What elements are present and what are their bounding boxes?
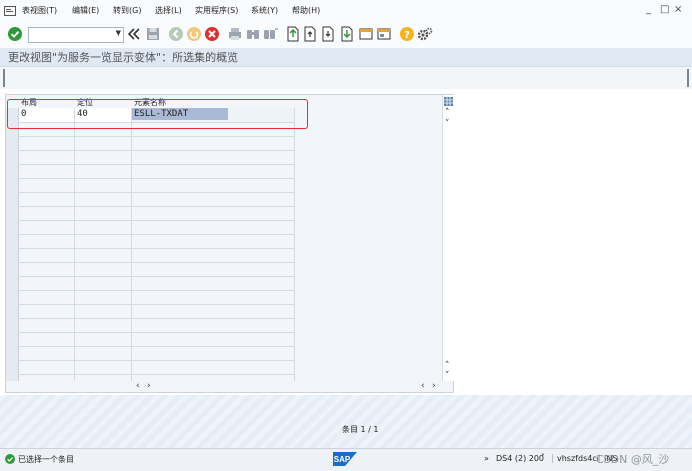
toolbar-edge-right (687, 69, 689, 87)
watermark: CSDN @风_沙 (596, 453, 670, 466)
command-input[interactable] (29, 28, 111, 40)
menu-bar: 表视图(T) 编辑(E) 转到(G) 选择(L) 实用程序(S) 系统(Y) 帮… (0, 0, 692, 23)
menu-system-icon[interactable] (4, 6, 16, 16)
check-icon[interactable] (7, 26, 23, 42)
menu-item-system[interactable]: 系统(Y) (251, 5, 278, 16)
toolbar-edge-left (3, 69, 5, 87)
chevron-down-icon[interactable]: ▼ (116, 29, 121, 37)
last-page-icon[interactable] (338, 26, 354, 42)
scroll-right-end-icon[interactable]: › (432, 381, 436, 391)
scroll-down-icon[interactable]: ˅ (445, 119, 450, 129)
exit-icon[interactable] (186, 26, 202, 42)
status-bar: 已选择一个条目 SAP » DS4 (2) 200 ˅ vhszfds4ci I… (0, 448, 692, 471)
sap-logo: SAP (333, 452, 357, 466)
scroll-down-bottom-icon[interactable]: ˅ (445, 371, 450, 381)
cancel-icon[interactable] (204, 26, 220, 42)
menu-item-selection[interactable]: 选择(L) (155, 5, 182, 16)
table-control: 布局 定位 元素名称 0 40 ESLL-TXDAT ˄ ˅ ˄ ˅ (5, 94, 454, 383)
first-page-icon[interactable] (284, 26, 300, 42)
shortcut-icon[interactable] (376, 26, 392, 42)
minimize-button[interactable]: _ (646, 4, 651, 15)
system-dropdown-icon[interactable]: ˅ (541, 453, 545, 462)
scroll-left-end-icon[interactable]: ‹ (421, 381, 425, 391)
back-icon[interactable] (168, 26, 184, 42)
svg-text:?: ? (404, 30, 410, 41)
menu-item-utilities[interactable]: 实用程序(S) (195, 5, 238, 16)
vertical-scrollbar[interactable]: ˄ ˅ ˄ ˅ (442, 95, 454, 382)
application-toolbar (0, 66, 692, 90)
help-icon[interactable]: ? (399, 26, 415, 42)
menu-item-help[interactable]: 帮助(H) (292, 5, 320, 16)
save-icon[interactable] (145, 26, 161, 42)
settings-icon[interactable] (417, 26, 433, 42)
scroll-left-icon[interactable]: ‹ (136, 381, 140, 391)
back-double-arrow-icon[interactable] (126, 26, 142, 42)
standard-toolbar: ▼ ? (0, 22, 692, 49)
window-controls: _ □ × (646, 4, 686, 18)
menu-item-edit[interactable]: 编辑(E) (72, 5, 99, 16)
background-pattern (0, 395, 692, 448)
next-page-icon[interactable] (320, 26, 336, 42)
column-config-icon[interactable] (444, 97, 453, 106)
command-field[interactable]: ▼ (28, 27, 124, 43)
server-info: vhszfds4ci (552, 454, 599, 463)
scroll-right-icon[interactable]: › (147, 381, 151, 391)
success-icon (5, 454, 15, 464)
system-info[interactable]: DS4 (2) 200 (496, 454, 544, 463)
new-session-icon[interactable] (359, 26, 375, 42)
menu-item-goto[interactable]: 转到(G) (113, 5, 141, 16)
close-button[interactable]: × (674, 4, 682, 15)
status-message: 已选择一个条目 (18, 455, 74, 464)
print-icon[interactable] (227, 26, 243, 42)
expand-status-button[interactable]: » (484, 454, 489, 463)
find-next-icon[interactable] (263, 26, 279, 42)
scroll-up-bottom-icon[interactable]: ˄ (445, 361, 450, 371)
find-icon[interactable] (245, 26, 261, 42)
menu-item-table-view[interactable]: 表视图(T) (22, 5, 57, 16)
svg-text:SAP: SAP (334, 455, 351, 464)
previous-page-icon[interactable] (302, 26, 318, 42)
restore-button[interactable]: □ (660, 4, 669, 15)
page-title: 更改视图"为服务一览显示变体"：所选集的概览 (8, 51, 239, 64)
horizontal-scrollbar[interactable]: ‹ › ‹ › (5, 381, 454, 393)
entry-counter: 条目 1 / 1 (342, 425, 379, 434)
annotation-highlight-box (7, 99, 308, 129)
scroll-up-icon[interactable]: ˄ (445, 108, 450, 118)
